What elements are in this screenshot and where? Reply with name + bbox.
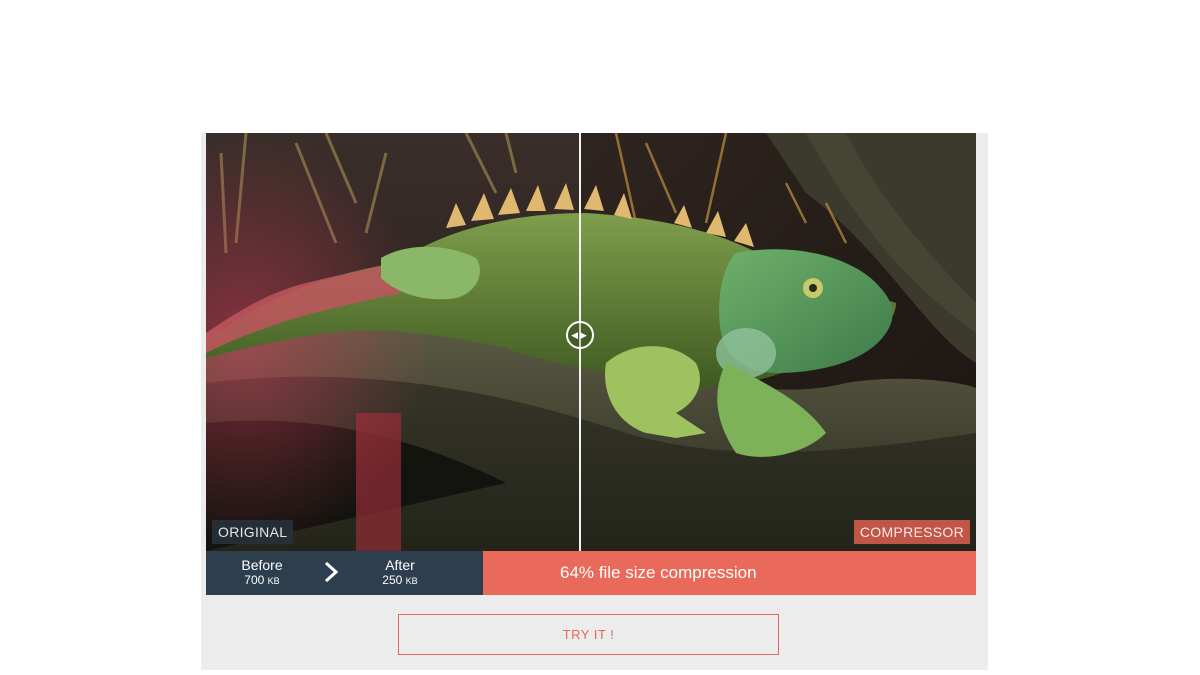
compression-summary: 64% file size compression [483,551,976,595]
left-right-arrows-icon: ◀▶ [571,329,589,340]
try-it-button[interactable]: TRY IT ! [398,614,779,655]
before-stat: Before 700 KB [226,558,298,588]
after-size: 250 KB [364,573,436,588]
before-size-unit: KB [267,576,280,586]
after-size-unit: KB [405,576,418,586]
before-label: Before [241,557,283,573]
chevron-right-icon [324,561,338,583]
image-comparison-viewer[interactable]: ◀▶ ORIGINAL COMPRESSOR [206,133,976,551]
comparison-panel: ◀▶ ORIGINAL COMPRESSOR Before 700 KB Aft… [201,133,988,670]
file-size-stats: Before 700 KB After 250 KB [206,551,483,595]
compressed-label: COMPRESSOR [853,520,970,544]
before-size: 700 KB [226,573,298,588]
comparison-slider-handle[interactable]: ◀▶ [566,321,594,349]
after-label: After [385,557,415,573]
compression-text: 64% file size compression [560,563,757,582]
after-stat: After 250 KB [364,558,436,588]
before-size-value: 700 [244,573,265,587]
original-label: ORIGINAL [212,520,294,544]
after-size-value: 250 [382,573,403,587]
